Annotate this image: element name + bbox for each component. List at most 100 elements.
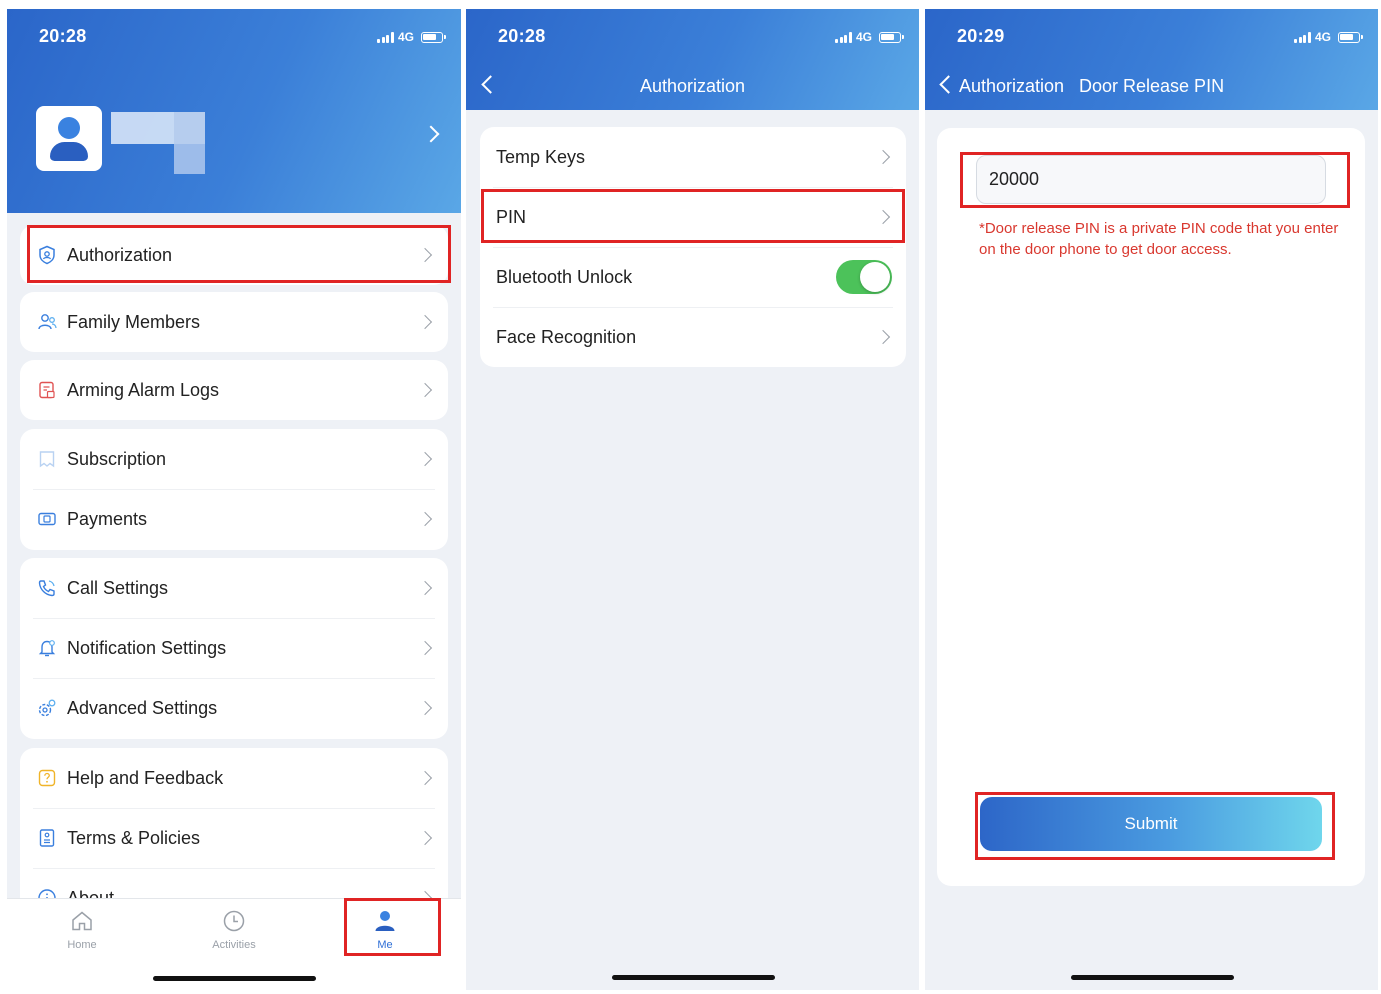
menu-item-payments[interactable]: Payments [20,489,448,549]
tab-label: Activities [212,939,256,951]
chevron-right-icon [417,830,433,846]
page-title: Door Release PIN [1079,76,1225,96]
menu-item-bluetooth-unlock: Bluetooth Unlock [480,247,906,307]
settings-card: Call Settings Notification Settings Adva… [20,558,448,739]
network-label: 4G [397,30,414,44]
help-icon [38,769,56,787]
battery-icon [421,31,446,43]
wallet-icon [38,512,56,526]
menu-item-advanced-settings[interactable]: Advanced Settings [20,678,448,738]
menu-item-label: Family Members [67,311,201,332]
authorization-screen: 20:28 4G Authorization Temp Keys PIN Blu… [466,9,919,990]
gear-icon [38,699,56,717]
network-label: 4G [855,30,872,44]
door-release-pin-screen: 20:29 4G Authorization Door Release PIN … [925,9,1378,990]
authorization-options-card: Temp Keys PIN Bluetooth Unlock Face Reco… [480,127,906,367]
chevron-right-icon [417,511,433,527]
page-title: Authorization [639,76,746,96]
avatar[interactable] [36,106,102,171]
menu-item-label: Advanced Settings [67,697,218,718]
tab-bar: Home Activities Me [7,898,461,990]
submit-button[interactable]: Submit [980,797,1322,851]
menu-item-label: PIN [496,206,527,227]
home-indicator [153,976,316,981]
alarm-log-icon [39,381,55,399]
chevron-right-icon [417,247,433,263]
tab-me[interactable]: Me [345,909,425,951]
menu-item-label: Temp Keys [496,146,586,167]
menu-item-temp-keys[interactable]: Temp Keys [480,127,906,187]
battery-icon [879,31,904,43]
menu-item-label: Payments [67,508,148,529]
status-time: 20:28 [39,26,87,46]
menu-item-label: Notification Settings [67,637,227,658]
subscription-icon [39,451,55,468]
menu-item-label: Subscription [67,448,167,469]
chevron-right-icon [875,149,891,165]
chevron-right-icon [417,700,433,716]
menu-item-label: Bluetooth Unlock [496,266,633,287]
home-indicator [611,975,775,980]
authorization-card: Authorization [20,225,448,285]
menu-item-arming-alarm-logs[interactable]: Arming Alarm Logs [20,360,448,420]
menu-item-face-recognition[interactable]: Face Recognition [480,307,906,367]
chevron-right-icon [417,314,433,330]
home-indicator [1070,975,1234,980]
battery-icon [1338,31,1363,43]
menu-item-authorization[interactable]: Authorization [20,225,448,285]
back-label[interactable]: Authorization [959,76,1064,97]
menu-item-notification-settings[interactable]: Notification Settings [20,618,448,678]
family-card: Family Members [20,292,448,352]
signal-icon [1294,31,1311,43]
chevron-right-icon [875,209,891,225]
pin-input[interactable] [976,155,1326,204]
status-bar: 20:29 4G [925,9,1378,65]
shield-icon [39,245,55,265]
menu-item-subscription[interactable]: Subscription [20,429,448,489]
signal-icon [377,31,394,43]
network-label: 4G [1314,30,1331,44]
menu-item-call-settings[interactable]: Call Settings [20,558,448,618]
menu-item-label: Face Recognition [496,326,637,347]
menu-item-family-members[interactable]: Family Members [20,292,448,352]
tab-home[interactable]: Home [42,909,122,951]
menu-item-label: Authorization [67,244,173,265]
tab-label: Home [67,939,97,951]
menu-item-terms-and-policies[interactable]: Terms & Policies [20,808,448,868]
status-time: 20:28 [498,26,546,46]
menu-item-label: Arming Alarm Logs [67,379,220,400]
menu-item-help-and-feedback[interactable]: Help and Feedback [20,748,448,808]
nav-bar: 20:28 4G Authorization [466,9,919,110]
chevron-right-icon [417,640,433,656]
avatar-body-icon [50,142,88,161]
menu-item-label: Terms & Policies [67,827,201,848]
bell-icon [38,640,56,657]
chevron-right-icon [417,451,433,467]
tab-label: Me [377,939,393,951]
me-screen: 20:28 4G Authorization Family Members Ar… [7,9,461,990]
chevron-right-icon [875,329,891,345]
tab-activities[interactable]: Activities [194,909,274,951]
billing-card: Subscription Payments [20,429,448,550]
bluetooth-toggle[interactable] [836,260,892,294]
back-arrow-icon[interactable] [939,75,958,94]
status-bar: 20:28 4G [466,9,919,65]
arming-card: Arming Alarm Logs [20,360,448,420]
chevron-right-icon [417,382,433,398]
menu-item-pin[interactable]: PIN [480,187,906,247]
status-time: 20:29 [957,26,1005,46]
toggle-knob [860,262,890,292]
status-bar: 20:28 4G [7,9,461,65]
pin-hint-text: *Door release PIN is a private PIN code … [979,220,1339,258]
chevron-right-icon [417,770,433,786]
person-icon [375,911,395,931]
phone-icon [38,580,55,597]
menu-item-label: Help and Feedback [67,767,224,788]
chevron-right-icon [417,580,433,596]
signal-icon [835,31,852,43]
avatar-head-icon [58,117,80,139]
home-icon [72,911,92,931]
clock-icon [223,910,245,932]
menu-item-label: Call Settings [67,577,169,598]
family-icon [38,314,57,330]
